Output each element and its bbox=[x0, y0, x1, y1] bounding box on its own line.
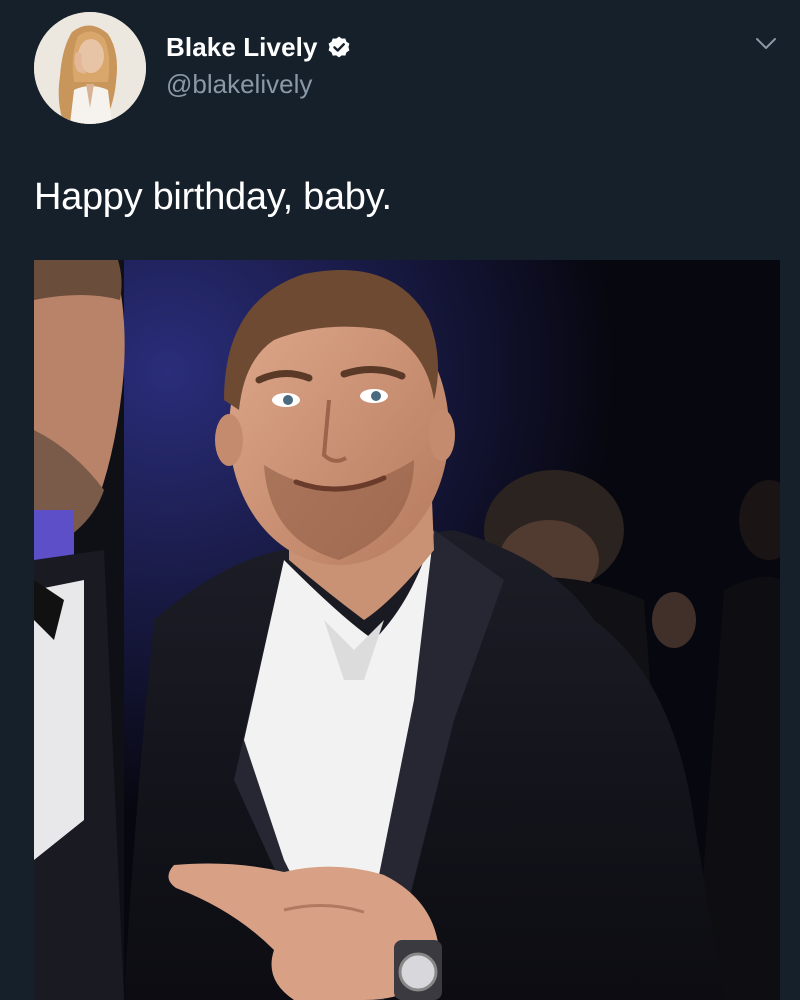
user-meta: Blake Lively @blakelively bbox=[166, 32, 352, 100]
tweet-header: Blake Lively @blakelively bbox=[34, 12, 352, 124]
photo-image bbox=[34, 260, 780, 1000]
verified-badge-icon bbox=[326, 35, 352, 61]
name-row: Blake Lively bbox=[166, 32, 352, 63]
tweet-photo[interactable] bbox=[34, 260, 780, 1000]
tweet-text: Happy birthday, baby. bbox=[34, 176, 392, 218]
avatar[interactable] bbox=[34, 12, 146, 124]
user-handle[interactable]: @blakelively bbox=[166, 69, 352, 100]
display-name[interactable]: Blake Lively bbox=[166, 32, 318, 63]
chevron-down-icon[interactable] bbox=[754, 36, 778, 52]
avatar-image bbox=[34, 12, 146, 124]
tweet-card: Blake Lively @blakelively Happy birthday… bbox=[0, 0, 800, 1000]
